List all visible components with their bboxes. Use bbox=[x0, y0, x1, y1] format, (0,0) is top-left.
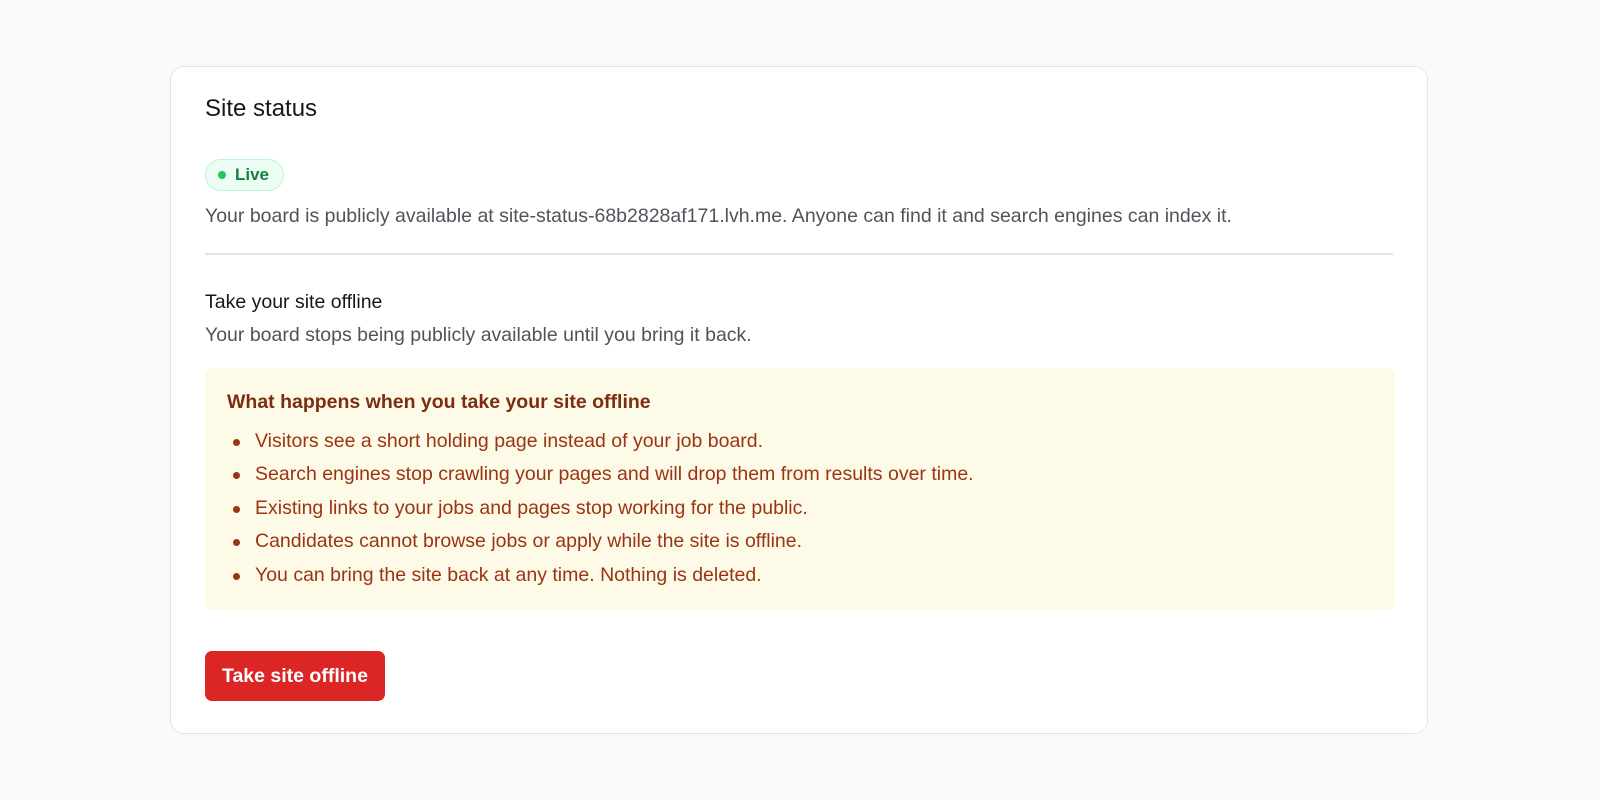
bullet-icon bbox=[233, 572, 240, 580]
warning-item-text: Candidates cannot browse jobs or apply w… bbox=[255, 530, 803, 553]
status-description: Your board is publicly available at site… bbox=[205, 205, 1232, 227]
section-divider bbox=[205, 253, 1393, 255]
bullet-icon bbox=[233, 505, 240, 513]
status-badge: Live bbox=[205, 159, 285, 191]
warning-title: What happens when you take your site off… bbox=[227, 391, 651, 413]
warning-item-text: Existing links to your jobs and pages st… bbox=[255, 496, 808, 519]
site-status-card: Site status Live Your board is publicly … bbox=[170, 66, 1428, 734]
bullet-icon bbox=[233, 539, 240, 547]
bullet-icon bbox=[233, 472, 240, 480]
offline-section-description: Your board stops being publicly availabl… bbox=[205, 324, 752, 346]
warning-list-item: Candidates cannot browse jobs or apply w… bbox=[227, 525, 1373, 558]
page-title: Site status bbox=[205, 95, 318, 122]
status-badge-label: Live bbox=[235, 165, 270, 184]
warning-list-item: You can bring the site back at any time.… bbox=[227, 559, 1373, 592]
warning-list-item: Search engines stop crawling your pages … bbox=[227, 458, 1373, 491]
warning-list: Visitors see a short holding page instea… bbox=[227, 425, 1373, 592]
live-dot-icon bbox=[218, 171, 226, 179]
warning-list-item: Existing links to your jobs and pages st… bbox=[227, 492, 1373, 525]
offline-section-title: Take your site offline bbox=[205, 291, 383, 313]
warning-item-text: Visitors see a short holding page instea… bbox=[255, 430, 764, 452]
take-site-offline-button[interactable]: Take site offline bbox=[205, 651, 385, 701]
warning-list-item: Visitors see a short holding page instea… bbox=[227, 425, 1373, 458]
offline-warning-box: What happens when you take your site off… bbox=[205, 368, 1395, 610]
warning-item-text: Search engines stop crawling your pages … bbox=[255, 463, 974, 486]
bullet-icon bbox=[233, 439, 240, 446]
warning-item-text: You can bring the site back at any time.… bbox=[255, 563, 762, 586]
